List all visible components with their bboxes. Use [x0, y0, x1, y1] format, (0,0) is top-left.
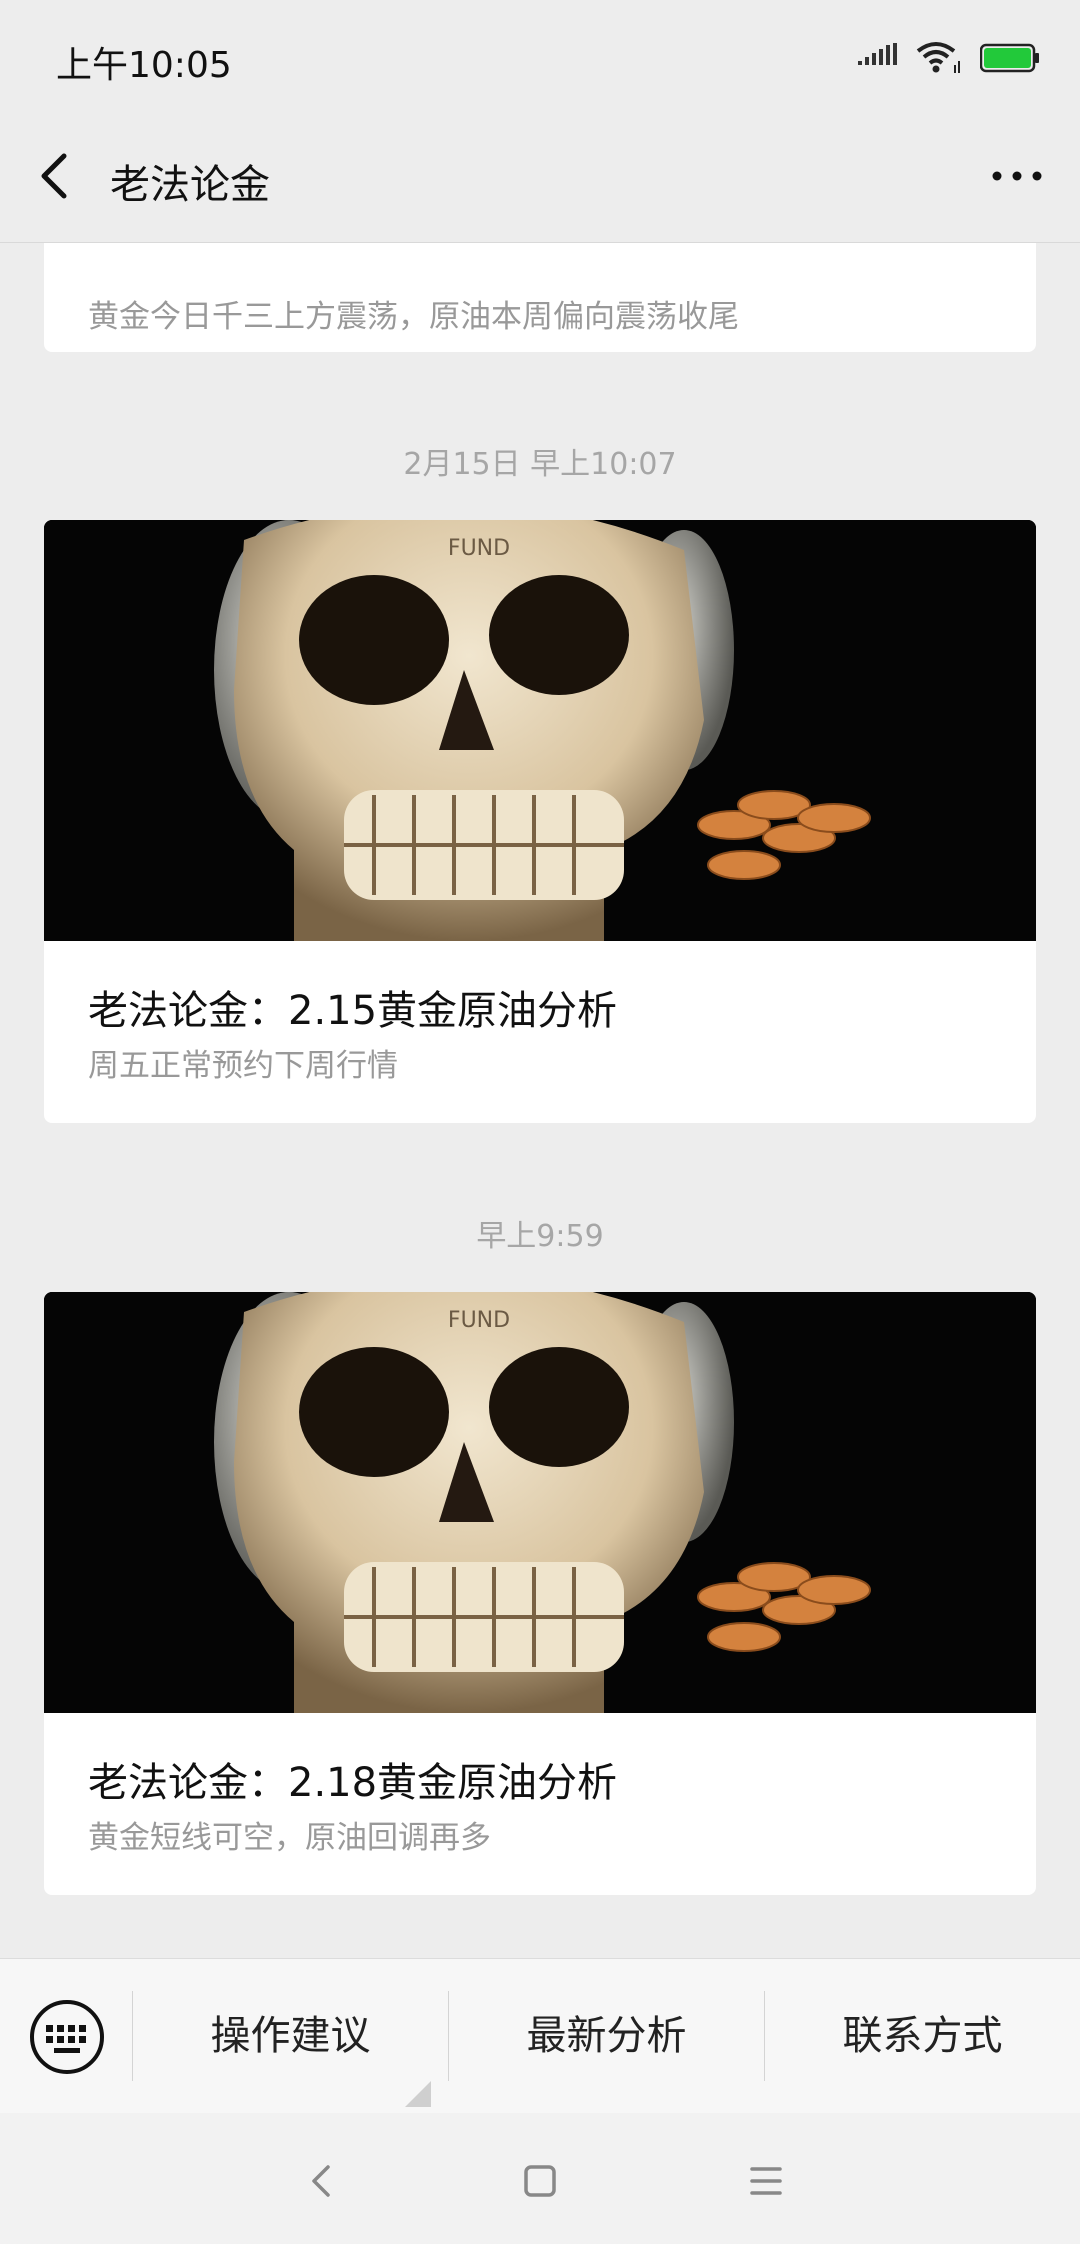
status-icons — [858, 38, 1040, 78]
menu-item-latest-analysis[interactable]: 最新分析 — [449, 1959, 764, 2114]
message-timestamp: 早上9:59 — [476, 1219, 604, 1254]
menu-item-operation-advice[interactable]: 操作建议 — [133, 1959, 448, 2114]
home-icon[interactable] — [512, 2153, 568, 2209]
article-card[interactable]: FUND 老法论金：2.15黄金原油分析 周五正常预约下周行情 — [44, 520, 1036, 1123]
nav-title: 老法论金 — [110, 162, 270, 208]
message-list[interactable]: 黄金今日千三上方震荡，原油本周偏向震荡收尾 2月15日 早上10:07 FUND… — [0, 243, 1080, 1958]
keyboard-icon[interactable] — [28, 1998, 106, 2076]
more-icon[interactable] — [982, 154, 1052, 198]
menu-item-contact[interactable]: 联系方式 — [765, 1959, 1080, 2114]
battery-icon — [980, 43, 1039, 73]
article-card[interactable]: 黄金今日千三上方震荡，原油本周偏向震荡收尾 — [44, 243, 1036, 352]
screen: 上午10:05 老法论金 黄金今日千三上方震荡，原油本周偏向震荡收尾 2月15日… — [0, 0, 1080, 2244]
system-back-icon[interactable] — [294, 2153, 350, 2209]
article-digest: 周五正常预约下周行情 — [88, 1048, 398, 1084]
article-title: 老法论金：2.18黄金原油分析 — [88, 1760, 618, 1806]
signal-icon — [858, 43, 897, 65]
article-title: 老法论金：2.15黄金原油分析 — [88, 988, 618, 1034]
recents-icon[interactable] — [738, 2153, 794, 2209]
article-cover-image: FUND — [44, 1292, 1036, 1713]
cover-fund-text: FUND — [448, 1308, 510, 1333]
system-navigation-bar — [0, 2113, 1080, 2244]
wifi-icon — [916, 42, 960, 73]
back-icon[interactable] — [30, 148, 86, 204]
official-account-menu: 操作建议 最新分析 联系方式 — [0, 1958, 1080, 2114]
status-time: 上午10:05 — [56, 45, 232, 86]
submenu-indicator-icon — [405, 2081, 431, 2107]
article-cover-image: FUND — [44, 520, 1036, 941]
nav-bar: 老法论金 — [0, 110, 1080, 243]
article-digest: 黄金短线可空，原油回调再多 — [88, 1820, 491, 1856]
article-card[interactable]: FUND 老法论金：2.18黄金原油分析 黄金短线可空，原油回调再多 — [44, 1292, 1036, 1895]
message-timestamp: 2月15日 早上10:07 — [403, 447, 677, 482]
status-bar: 上午10:05 — [0, 0, 1080, 110]
article-digest: 黄金今日千三上方震荡，原油本周偏向震荡收尾 — [88, 299, 739, 335]
cover-fund-text: FUND — [448, 536, 510, 561]
